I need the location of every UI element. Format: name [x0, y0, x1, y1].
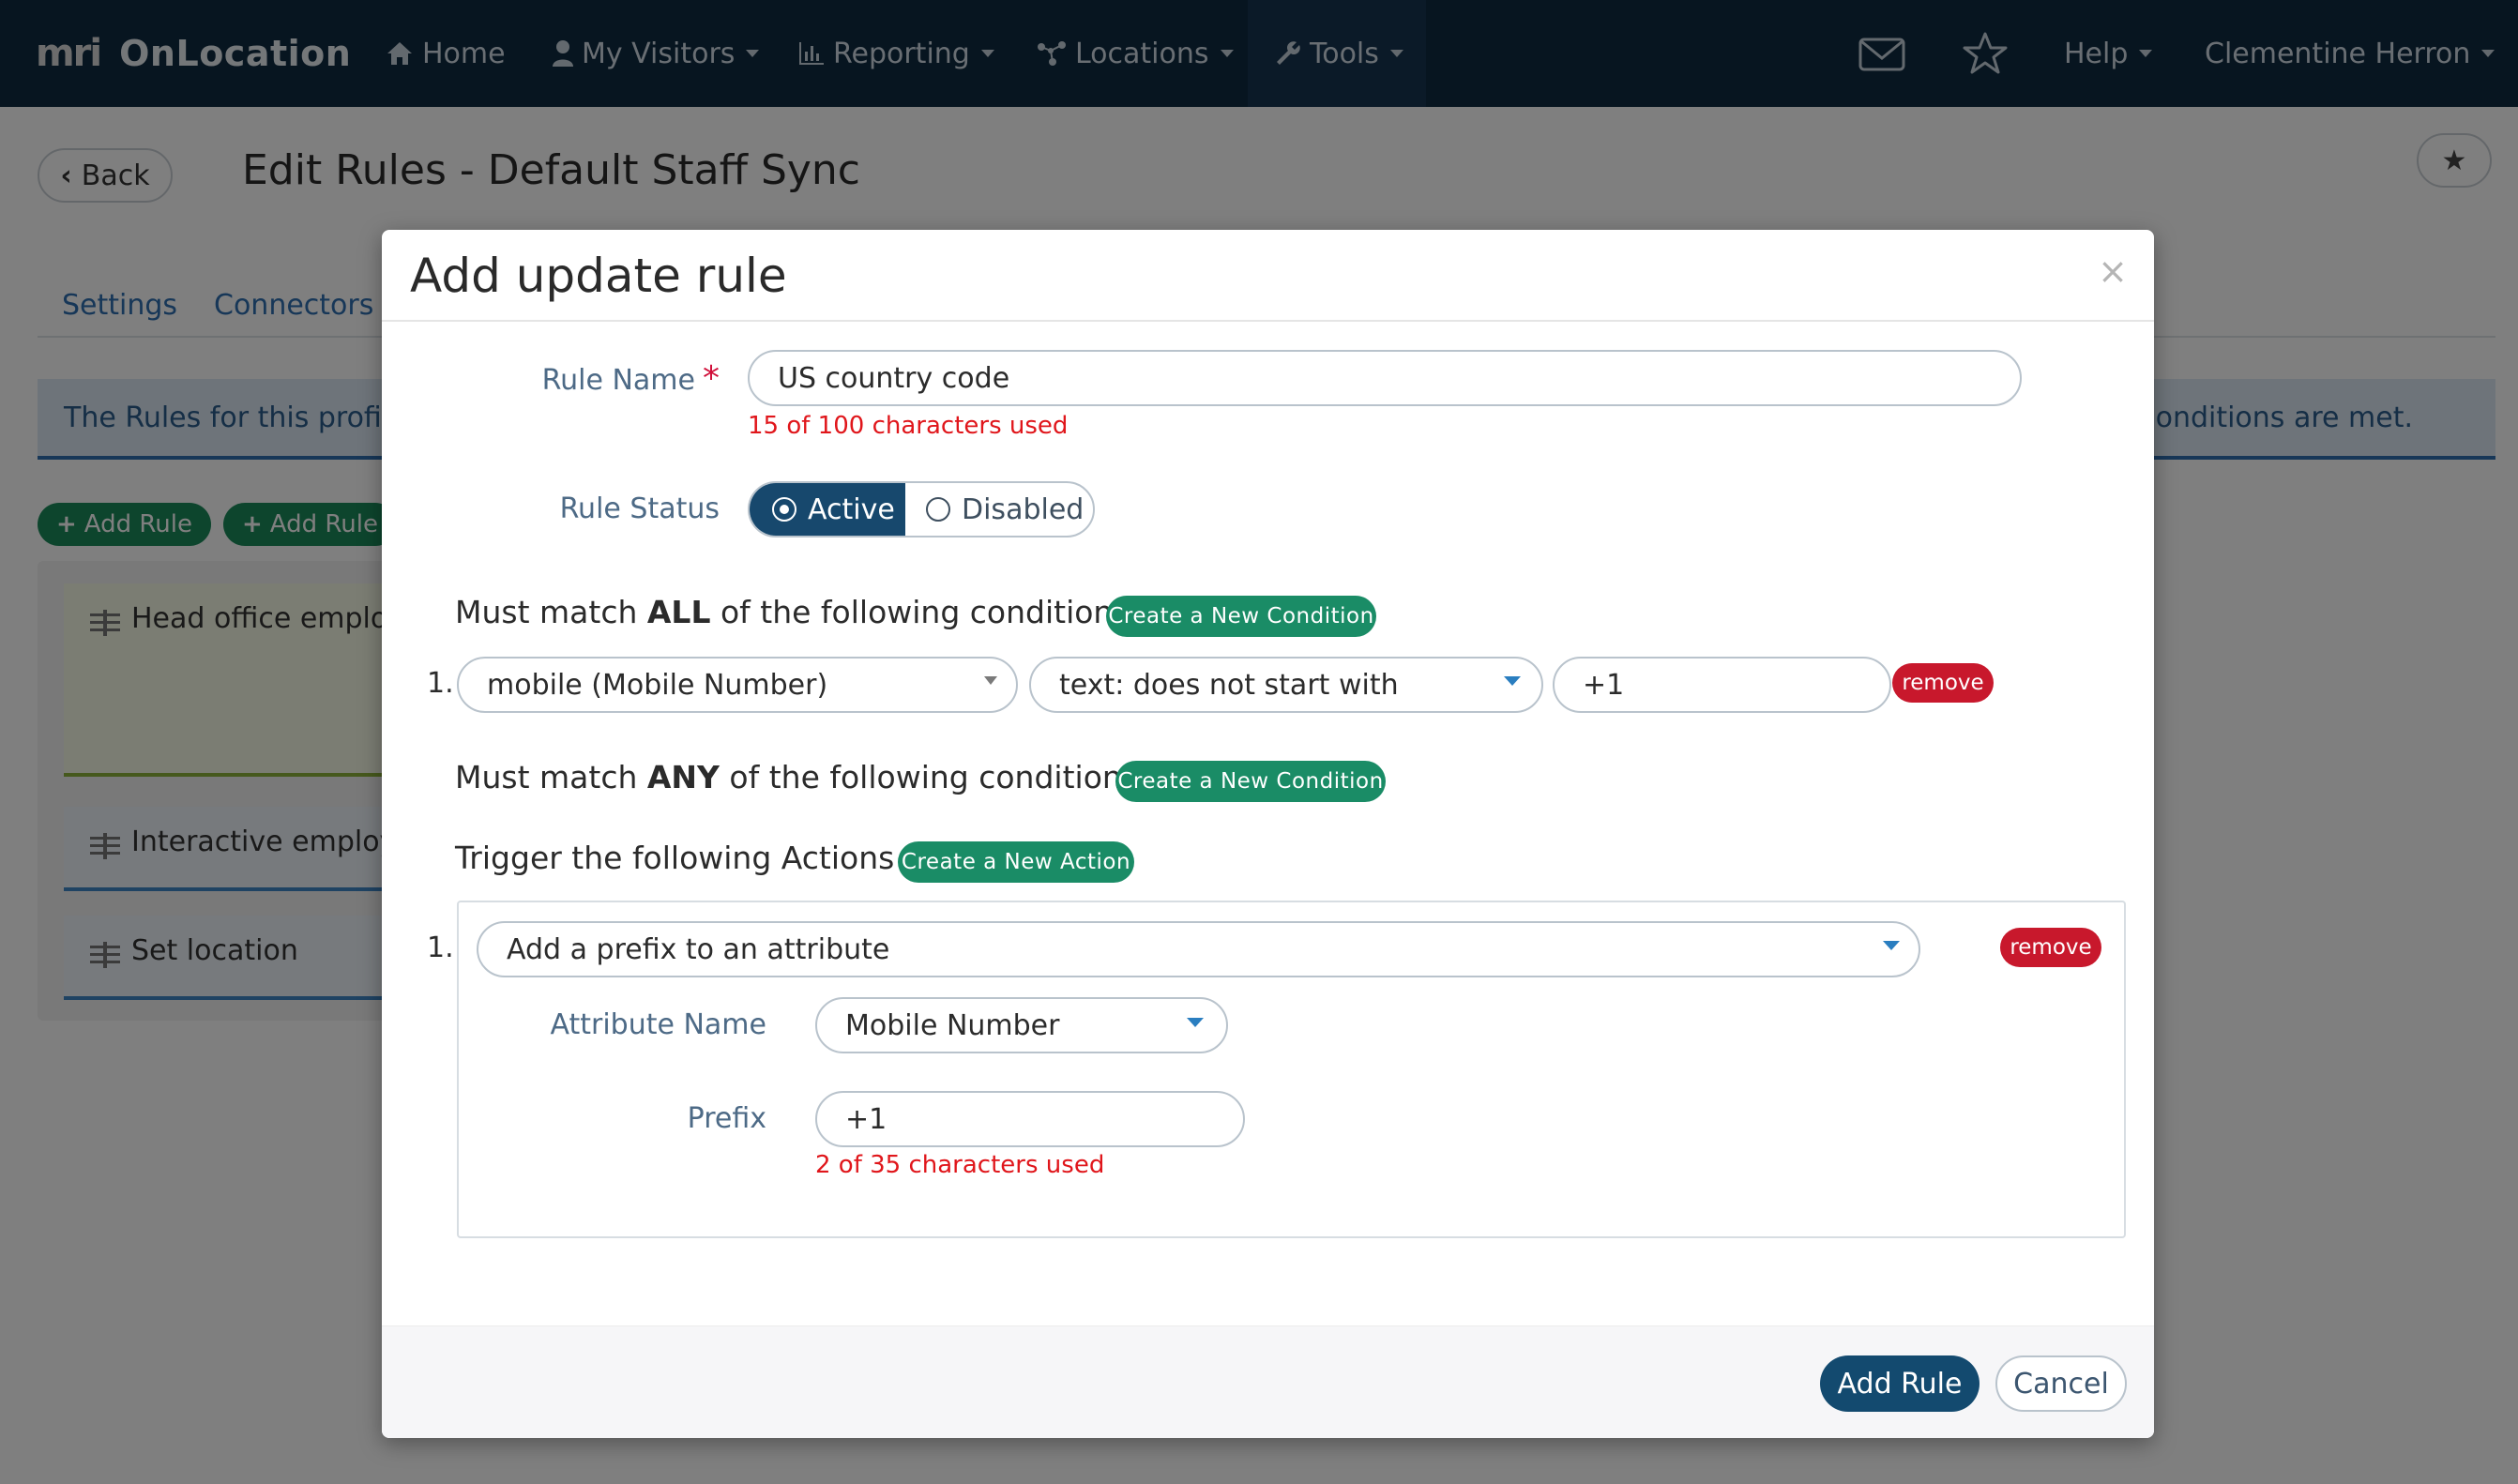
radio-selected-icon: [772, 497, 796, 522]
cancel-button[interactable]: Cancel: [1995, 1355, 2127, 1412]
chevron-down-icon: [1883, 941, 1900, 950]
create-action-button[interactable]: Create a New Action: [898, 841, 1134, 883]
chevron-down-icon: [1504, 676, 1521, 686]
condition-operator-value: text: does not start with: [1059, 668, 1399, 702]
chevron-down-icon: [984, 676, 997, 685]
status-disabled-option[interactable]: Disabled: [905, 483, 1093, 536]
condition-field-value: mobile (Mobile Number): [487, 668, 828, 702]
add-rule-submit-button[interactable]: Add Rule: [1820, 1355, 1980, 1412]
prefix-input[interactable]: +1: [815, 1091, 1245, 1147]
condition-value-input[interactable]: +1: [1553, 657, 1891, 713]
remove-action-button[interactable]: remove: [2000, 928, 2101, 967]
status-disabled-label: Disabled: [962, 492, 1085, 526]
any-conditions-prefix: Must match: [455, 759, 647, 795]
condition-operator-select[interactable]: text: does not start with: [1029, 657, 1543, 713]
rule-name-label: Rule Name *: [513, 359, 720, 398]
actions-heading: Trigger the following Actions: [455, 840, 895, 876]
any-conditions-heading: Must match ANY of the following conditio…: [455, 759, 1138, 795]
modal-title: Add update rule: [410, 249, 787, 303]
create-all-condition-button[interactable]: Create a New Condition: [1106, 596, 1376, 637]
remove-condition-button[interactable]: remove: [1892, 663, 1994, 703]
add-update-rule-modal: Add update rule × Rule Name * US country …: [382, 230, 2154, 1438]
attribute-name-select[interactable]: Mobile Number: [815, 997, 1228, 1053]
prefix-label: Prefix: [687, 1102, 766, 1135]
close-icon[interactable]: ×: [2098, 250, 2128, 292]
all-conditions-keyword: ALL: [646, 594, 711, 630]
rule-name-char-count: 15 of 100 characters used: [748, 412, 1069, 440]
any-conditions-suffix: of the following conditions: [719, 759, 1138, 795]
all-conditions-prefix: Must match: [455, 594, 647, 630]
chevron-down-icon: [1187, 1018, 1204, 1027]
status-active-label: Active: [808, 492, 895, 526]
rule-name-label-text: Rule Name: [541, 364, 695, 397]
action-type-value: Add a prefix to an attribute: [507, 932, 890, 966]
rule-status-toggle: Active Disabled: [748, 481, 1095, 538]
required-mark: *: [703, 359, 720, 398]
action-type-select[interactable]: Add a prefix to an attribute: [477, 921, 1920, 977]
rule-name-input[interactable]: US country code: [748, 350, 2022, 406]
all-conditions-heading: Must match ALL of the following conditio…: [455, 594, 1130, 630]
any-conditions-keyword: ANY: [646, 759, 720, 795]
prefix-char-count: 2 of 35 characters used: [815, 1151, 1105, 1179]
rule-status-label: Rule Status: [559, 492, 720, 525]
action-index: 1.: [427, 931, 454, 964]
radio-unselected-icon: [926, 497, 950, 522]
status-active-option[interactable]: Active: [750, 483, 905, 536]
modal-header: Add update rule ×: [382, 230, 2154, 322]
condition-index: 1.: [427, 667, 454, 700]
condition-field-select[interactable]: mobile (Mobile Number): [457, 657, 1018, 713]
create-any-condition-button[interactable]: Create a New Condition: [1115, 761, 1386, 802]
attribute-name-label: Attribute Name: [550, 1008, 766, 1041]
attribute-name-value: Mobile Number: [845, 1008, 1060, 1042]
all-conditions-suffix: of the following conditions: [710, 594, 1130, 630]
